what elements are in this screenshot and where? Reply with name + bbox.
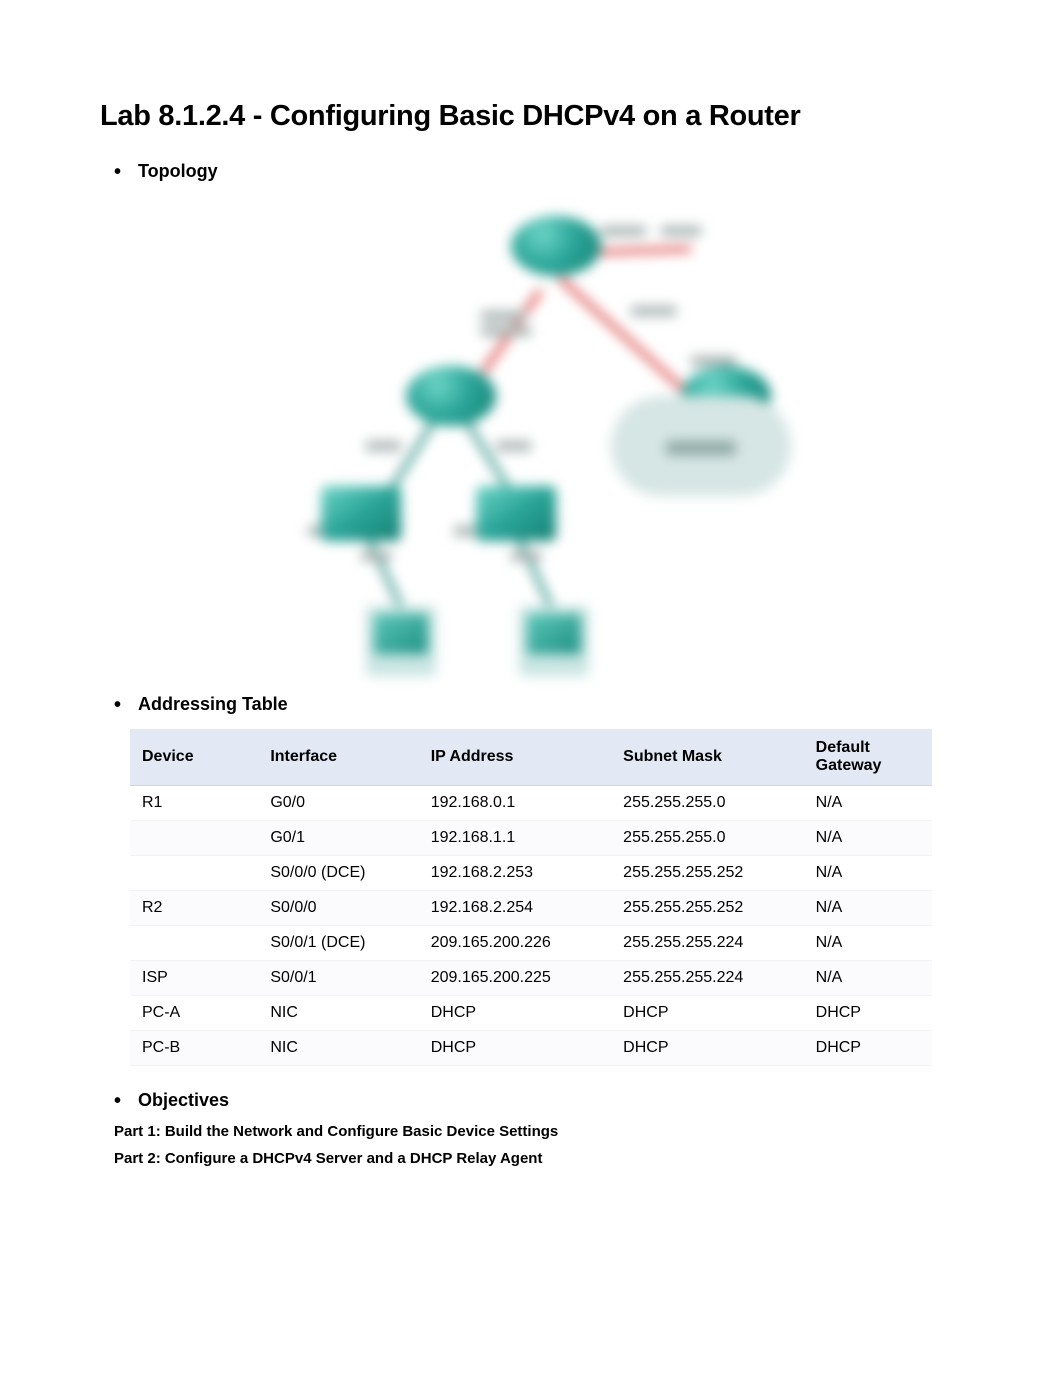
cell-ip: 192.168.1.1 [419,821,611,856]
cell-mask: 255.255.255.252 [611,856,803,891]
table-row: S0/0/1 (DCE) 209.165.200.226 255.255.255… [130,926,932,961]
objective-part: Part 1: Build the Network and Configure … [114,1123,962,1140]
cell-ip: 209.165.200.226 [419,926,611,961]
cell-device: PC-A [130,996,258,1031]
cell-interface: G0/0 [258,786,418,821]
cell-gateway: N/A [804,786,932,821]
pc-icon [366,606,436,676]
section-heading-topology: Topology [138,161,962,182]
cell-gateway: N/A [804,821,932,856]
section-heading-addressing: Addressing Table [138,694,962,715]
cell-device: R2 [130,891,258,926]
page-title: Lab 8.1.2.4 - Configuring Basic DHCPv4 o… [100,100,962,133]
cell-ip: 209.165.200.225 [419,961,611,996]
cell-mask: DHCP [611,996,803,1031]
cell-device [130,821,258,856]
table-row: G0/1 192.168.1.1 255.255.255.0 N/A [130,821,932,856]
cell-device: ISP [130,961,258,996]
cell-mask: 255.255.255.0 [611,821,803,856]
cell-interface: S0/0/1 [258,961,418,996]
pc-icon [519,606,589,676]
cell-gateway: N/A [804,961,932,996]
cell-mask: 255.255.255.252 [611,891,803,926]
cell-mask: DHCP [611,1031,803,1066]
col-header-device: Device [130,729,258,786]
cell-interface: G0/1 [258,821,418,856]
table-header-row: Device Interface IP Address Subnet Mask … [130,729,932,786]
section-heading-objectives: Objectives [138,1090,962,1111]
switch-icon [321,486,401,541]
cell-device: R1 [130,786,258,821]
cell-gateway: N/A [804,891,932,926]
cell-device [130,856,258,891]
cell-mask: 255.255.255.0 [611,786,803,821]
table-row: ISP S0/0/1 209.165.200.225 255.255.255.2… [130,961,932,996]
cell-mask: 255.255.255.224 [611,961,803,996]
cell-interface: NIC [258,996,418,1031]
cell-gateway: N/A [804,926,932,961]
table-row: PC-B NIC DHCP DHCP DHCP [130,1031,932,1066]
table-row: R1 G0/0 192.168.0.1 255.255.255.0 N/A [130,786,932,821]
router-icon [511,216,601,276]
cell-gateway: DHCP [804,996,932,1031]
cell-mask: 255.255.255.224 [611,926,803,961]
cell-ip: 192.168.2.254 [419,891,611,926]
cell-gateway: N/A [804,856,932,891]
cell-interface: S0/0/0 [258,891,418,926]
cell-interface: S0/0/1 (DCE) [258,926,418,961]
table-row: S0/0/0 (DCE) 192.168.2.253 255.255.255.2… [130,856,932,891]
objective-part: Part 2: Configure a DHCPv4 Server and a … [114,1150,962,1167]
table-row: R2 S0/0/0 192.168.2.254 255.255.255.252 … [130,891,932,926]
col-header-interface: Interface [258,729,418,786]
cell-interface: NIC [258,1031,418,1066]
router-icon [406,366,496,426]
cell-gateway: DHCP [804,1031,932,1066]
addressing-table: Device Interface IP Address Subnet Mask … [130,729,932,1066]
cell-ip: 192.168.2.253 [419,856,611,891]
col-header-mask: Subnet Mask [611,729,803,786]
cloud-icon [611,396,791,496]
col-header-ip: IP Address [419,729,611,786]
cell-device [130,926,258,961]
col-header-gateway: Default Gateway [804,729,932,786]
switch-icon [476,486,556,541]
cell-ip: DHCP [419,996,611,1031]
cell-ip: 192.168.0.1 [419,786,611,821]
cell-ip: DHCP [419,1031,611,1066]
topology-diagram [100,196,962,666]
table-row: PC-A NIC DHCP DHCP DHCP [130,996,932,1031]
cell-device: PC-B [130,1031,258,1066]
cell-interface: S0/0/0 (DCE) [258,856,418,891]
